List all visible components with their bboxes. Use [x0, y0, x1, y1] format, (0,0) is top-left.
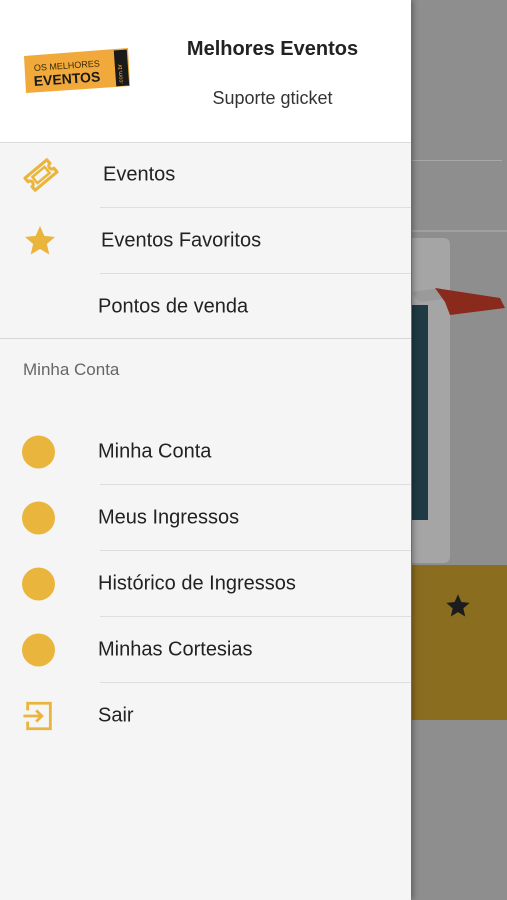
- menu-item-label: Eventos Favoritos: [101, 229, 262, 252]
- favorite-star-icon[interactable]: [444, 592, 472, 620]
- menu-item-eventos-favoritos[interactable]: Eventos Favoritos: [0, 208, 411, 274]
- circle-icon: [22, 567, 55, 601]
- menu-item-label: Pontos de venda: [98, 295, 249, 318]
- circle-icon: [22, 501, 55, 535]
- section-divider: [0, 338, 411, 339]
- background-event-band: [412, 565, 507, 720]
- navigation-drawer: OS MELHORES EVENTOS .com.br Melhores Eve…: [0, 0, 411, 900]
- menu-item-label: Sair: [98, 704, 134, 727]
- brand-logo: OS MELHORES EVENTOS .com.br: [24, 48, 130, 93]
- menu-item-sair[interactable]: Sair: [0, 683, 411, 749]
- logout-icon: [23, 701, 52, 731]
- background-image-fragment: [410, 288, 505, 315]
- menu-item-label: Eventos: [103, 163, 176, 186]
- support-link[interactable]: Suporte gticket: [150, 88, 395, 109]
- menu-item-meus-ingressos[interactable]: Meus Ingressos: [0, 485, 411, 551]
- background-divider: [412, 160, 502, 161]
- ticket-icon: [23, 158, 59, 192]
- background-divider: [412, 230, 507, 232]
- menu-item-minhas-cortesias[interactable]: Minhas Cortesias: [0, 617, 411, 683]
- menu-item-eventos[interactable]: Eventos: [0, 142, 411, 208]
- star-icon: [25, 226, 55, 255]
- menu-item-pontos-de-venda[interactable]: Pontos de venda: [0, 274, 411, 340]
- menu-item-minha-conta[interactable]: Minha Conta: [0, 419, 411, 485]
- menu-item-label: Histórico de Ingressos: [98, 572, 296, 595]
- circle-icon: [22, 633, 55, 667]
- menu-item-historico-de-ingressos[interactable]: Histórico de Ingressos: [0, 551, 411, 617]
- menu-item-label: Minhas Cortesias: [98, 638, 253, 661]
- section-title: Minha Conta: [23, 360, 120, 379]
- background-event-image: [412, 305, 428, 520]
- menu-item-label: Meus Ingressos: [98, 506, 240, 529]
- menu-item-label: Minha Conta: [98, 440, 212, 463]
- drawer-header: OS MELHORES EVENTOS .com.br Melhores Eve…: [0, 0, 411, 143]
- drawer-title: Melhores Eventos: [186, 38, 359, 60]
- circle-icon: [22, 435, 55, 469]
